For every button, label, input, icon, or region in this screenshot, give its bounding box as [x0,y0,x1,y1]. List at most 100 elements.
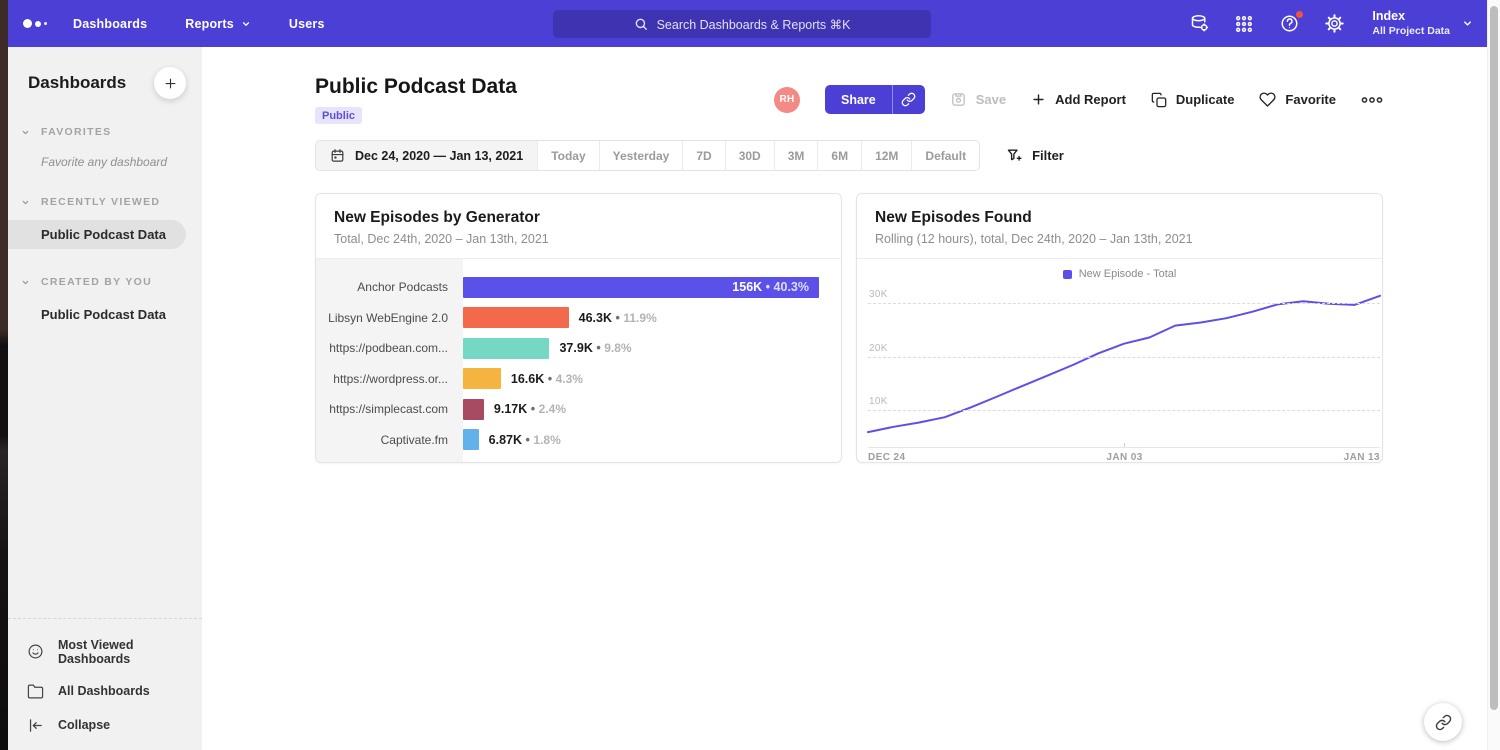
y-tick: 20K [869,343,888,354]
section-label: RECENTLY VIEWED [41,196,160,208]
sidebar-section-favorites[interactable]: FAVORITES [8,126,202,138]
x-axis [868,447,1380,448]
bar-category-label: Libsyn WebEngine 2.0 [316,311,463,325]
section-label: CREATED BY YOU [41,276,152,288]
y-tick: 10K [869,396,888,407]
preset-6m[interactable]: 6M [817,141,861,170]
search-input[interactable]: Search Dashboards & Reports ⌘K [553,10,931,38]
line-plot: 10K 20K 30K [868,282,1380,447]
sidebar-section-recently-viewed[interactable]: RECENTLY VIEWED [8,196,202,208]
favorite-label: Favorite [1285,92,1336,107]
app-logo-icon[interactable] [23,19,47,28]
legend-label: New Episode - Total [1079,268,1177,280]
card-subtitle: Total, Dec 24th, 2020 – Jan 13th, 2021 [334,232,823,246]
bar-category-label: Anchor Podcasts [316,280,463,294]
bar: 37.9K • 9.8% [463,338,549,359]
add-report-button[interactable]: Add Report [1031,92,1126,107]
sidebar-footer: Most Viewed Dashboards All Dashboards Co… [8,618,202,742]
copy-share-link-button[interactable] [892,85,925,114]
apps-menu-button[interactable] [1233,13,1255,35]
favorite-button[interactable]: Favorite [1259,91,1336,108]
scrollbar-thumb[interactable] [1490,6,1498,710]
nav-item-label: Dashboards [73,17,147,31]
gridline [868,303,1380,304]
save-label: Save [976,92,1006,107]
most-viewed-dashboards-button[interactable]: Most Viewed Dashboards [8,629,202,674]
duplicate-icon [1151,92,1167,108]
save-icon [950,91,967,108]
plus-icon [163,76,178,91]
card-subtitle: Rolling (12 hours), total, Dec 24th, 202… [875,232,1364,246]
preset-default[interactable]: Default [911,141,979,170]
x-tick: DEC 24 [868,452,905,463]
nav-item-label: Users [289,17,325,31]
bar-category-label: https://podbean.com... [316,341,463,355]
bar: 46.3K • 11.9% [463,307,569,328]
save-button[interactable]: Save [950,91,1006,108]
chevron-down-icon [21,198,30,207]
x-tick-labels: DEC 24 JAN 03 JAN 13 [868,452,1380,463]
more-icon [1361,96,1383,104]
search-placeholder: Search Dashboards & Reports ⌘K [657,17,851,32]
filter-icon [1006,147,1023,164]
bar-row: https://podbean.com... 37.9K • 9.8% 37.9… [316,333,841,364]
gridline [868,357,1380,358]
page-actions: RH Share Save Add Report Dupl [774,85,1383,114]
nav-item-users[interactable]: Users [289,17,325,31]
date-range-value: Dec 24, 2020 — Jan 13, 2021 [355,149,523,163]
share-split-button: Share [825,85,925,114]
section-label: FAVORITES [41,126,111,138]
data-sources-button[interactable] [1188,13,1210,35]
floating-share-link-button[interactable] [1424,703,1462,741]
help-button[interactable] [1278,13,1300,35]
card-new-episodes-by-generator: New Episodes by Generator Total, Dec 24t… [315,193,842,463]
sidebar-item-public-podcast-data[interactable]: Public Podcast Data [8,220,186,249]
bar-category-label: Captivate.fm [316,433,463,447]
sidebar-section-created-by-you[interactable]: CREATED BY YOU [8,276,202,288]
chart-legend[interactable]: New Episode - Total [857,259,1382,280]
date-range-control: Dec 24, 2020 — Jan 13, 2021 Today Yester… [315,140,980,171]
duplicate-button[interactable]: Duplicate [1151,92,1235,108]
sidebar-item-public-podcast-data[interactable]: Public Podcast Data [8,300,202,329]
preset-3m[interactable]: 3M [774,141,818,170]
preset-today[interactable]: Today [537,141,598,170]
calendar-icon [330,148,345,163]
card-title: New Episodes by Generator [334,209,823,227]
more-actions-button[interactable] [1361,96,1383,104]
screen-edge-strip [0,0,8,750]
footer-item-label: All Dashboards [58,684,150,698]
favorites-empty-text: Favorite any dashboard [8,155,202,169]
collapse-sidebar-button[interactable]: Collapse [8,708,202,742]
share-button[interactable]: Share [825,85,892,114]
search-icon [634,17,648,31]
preset-12m[interactable]: 12M [861,141,911,170]
chevron-down-icon [241,19,251,29]
bar-chart: Anchor Podcasts 156K • 40.3% 156K • 40.3… [316,259,841,463]
nav-item-dashboards[interactable]: Dashboards [73,17,147,31]
settings-button[interactable] [1323,13,1345,35]
preset-30d[interactable]: 30D [725,141,774,170]
main-content: Public Podcast Data Public RH Share Save [202,47,1487,750]
chevron-down-icon [21,128,30,137]
smiley-icon [27,643,44,660]
primary-nav: Dashboards Reports Users [73,17,325,31]
y-tick: 30K [869,289,888,300]
bar-row: Captivate.fm 6.87K • 1.8% 6.87K • 1.8% [316,425,841,456]
bar-row: Anchor Podcasts 156K • 40.3% 156K • 40.3… [316,272,841,303]
project-switcher[interactable]: Index All Project Data [1372,9,1473,38]
bar: 6.87K • 1.8% [463,429,479,450]
gear-icon [1324,13,1345,34]
bar-category-label: https://simplecast.com [316,402,463,416]
filter-button[interactable]: Filter [1006,147,1064,164]
public-badge: Public [315,107,362,124]
preset-7d[interactable]: 7D [682,141,724,170]
bar-row: Libsyn WebEngine 2.0 46.3K • 11.9% 46.3K… [316,303,841,334]
date-range-picker[interactable]: Dec 24, 2020 — Jan 13, 2021 [316,141,537,170]
line-series [868,282,1380,447]
avatar[interactable]: RH [774,87,800,113]
nav-item-reports[interactable]: Reports [185,17,251,31]
all-dashboards-button[interactable]: All Dashboards [8,674,202,708]
add-dashboard-button[interactable] [154,67,186,99]
preset-yesterday[interactable]: Yesterday [599,141,683,170]
project-name: Index [1372,9,1450,25]
